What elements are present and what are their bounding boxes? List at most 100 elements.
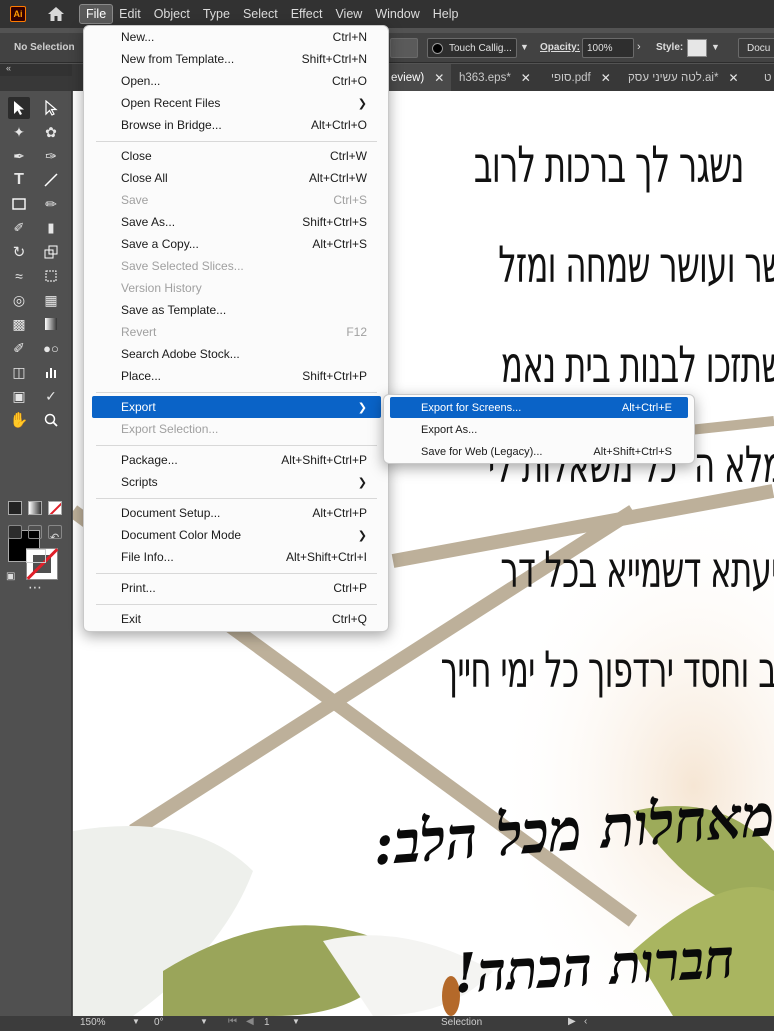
menu-item-search-stock[interactable]: Search Adobe Stock... xyxy=(92,343,381,365)
brush-dropdown[interactable]: Touch Callig... xyxy=(427,38,517,58)
menu-item-new[interactable]: New... Ctrl+N xyxy=(92,26,381,48)
tab-h363[interactable]: h363.eps* ✕ xyxy=(453,64,543,91)
rotate-tool-icon[interactable]: ↻ xyxy=(8,241,30,263)
chevron-right-icon[interactable]: › xyxy=(637,41,641,53)
shaper-tool-icon[interactable]: ✐ xyxy=(8,217,30,239)
default-colors-icon[interactable]: ▣ xyxy=(6,571,15,582)
slice-tool-icon[interactable]: ✓ xyxy=(40,385,62,407)
graph-tool-icon[interactable] xyxy=(40,361,62,383)
menu-item-save-copy[interactable]: Save a Copy... Alt+Ctrl+S xyxy=(92,233,381,255)
eyedropper-tool-icon[interactable]: ✐ xyxy=(8,337,30,359)
menu-item-browse-bridge[interactable]: Browse in Bridge... Alt+Ctrl+O xyxy=(92,114,381,136)
text-line-2[interactable]: שר ועושר שמחה ומזל xyxy=(498,236,774,294)
tool-panel-header[interactable]: « xyxy=(0,63,72,76)
curvature-tool-icon[interactable]: ✑ xyxy=(40,145,62,167)
paintbrush-tool-icon[interactable]: ✏ xyxy=(40,193,62,215)
menu-item-file-info[interactable]: File Info... Alt+Shift+Ctrl+I xyxy=(92,546,381,568)
pen-tool-icon[interactable]: ✒ xyxy=(8,145,30,167)
menu-item-save-as[interactable]: Save As... Shift+Ctrl+S xyxy=(92,211,381,233)
artboard-number[interactable]: 1 xyxy=(264,1017,270,1028)
symbol-sprayer-tool-icon[interactable]: ◫ xyxy=(8,361,30,383)
opacity-input[interactable]: 100% xyxy=(582,38,634,58)
chevron-down-icon[interactable]: ▼ xyxy=(711,42,720,52)
menu-item-export-as[interactable]: Export As... xyxy=(390,419,688,440)
home-icon[interactable] xyxy=(46,4,66,24)
draw-normal-icon[interactable] xyxy=(8,525,22,539)
menu-item-save-template[interactable]: Save as Template... xyxy=(92,299,381,321)
hand-tool-icon[interactable]: ✋ xyxy=(8,409,30,431)
menu-window[interactable]: Window xyxy=(369,5,425,23)
zoom-tool-icon[interactable] xyxy=(40,409,62,431)
menu-edit[interactable]: Edit xyxy=(113,5,147,23)
chevron-left-icon[interactable]: ‹ xyxy=(584,1016,587,1027)
menu-item-exit[interactable]: Exit Ctrl+Q xyxy=(92,608,381,630)
perspective-grid-tool-icon[interactable]: ▦ xyxy=(40,289,62,311)
text-line-6[interactable]: וב וחסד ירדפוך כל ימי חייך xyxy=(440,641,774,699)
close-icon[interactable]: ✕ xyxy=(601,71,611,85)
draw-behind-icon[interactable] xyxy=(28,525,42,539)
menu-help[interactable]: Help xyxy=(427,5,465,23)
chevron-down-icon[interactable]: ▼ xyxy=(520,42,529,52)
artboard-tool-icon[interactable]: ▣ xyxy=(8,385,30,407)
menu-item-package[interactable]: Package... Alt+Shift+Ctrl+P xyxy=(92,449,381,471)
type-tool-icon[interactable]: T xyxy=(8,169,30,191)
chevron-down-icon[interactable]: ▼ xyxy=(132,1017,140,1026)
menu-file[interactable]: File xyxy=(78,4,114,24)
eraser-tool-icon[interactable]: ▮ xyxy=(40,217,62,239)
warp-tool-icon[interactable]: ≈ xyxy=(8,265,30,287)
text-line-1[interactable]: נשגר לך ברכות לרוב xyxy=(474,136,744,194)
first-artboard-icon[interactable]: ⏮ xyxy=(228,1016,237,1027)
menu-item-document-color-mode[interactable]: Document Color Mode ❯ xyxy=(92,524,381,546)
menu-view[interactable]: View xyxy=(329,5,368,23)
menu-select[interactable]: Select xyxy=(237,5,284,23)
menu-item-new-from-template[interactable]: New from Template... Shift+Ctrl+N xyxy=(92,48,381,70)
chevron-down-icon[interactable]: ▼ xyxy=(200,1017,208,1026)
style-swatch[interactable] xyxy=(687,39,707,57)
lasso-tool-icon[interactable]: ✿ xyxy=(40,121,62,143)
document-setup-button[interactable]: Docu xyxy=(738,38,774,58)
none-mode-icon[interactable] xyxy=(48,501,62,515)
tab-overflow[interactable]: ט xyxy=(758,64,774,91)
rectangle-tool-icon[interactable] xyxy=(8,193,30,215)
menu-type[interactable]: Type xyxy=(197,5,236,23)
prev-artboard-icon[interactable]: ◀ xyxy=(246,1016,254,1027)
gradient-tool-icon[interactable] xyxy=(40,313,62,335)
close-icon[interactable]: ✕ xyxy=(728,71,738,85)
color-mode-icon[interactable] xyxy=(8,501,22,515)
draw-inside-icon[interactable] xyxy=(48,525,62,539)
stroke-weight-field[interactable] xyxy=(390,38,418,58)
free-transform-tool-icon[interactable] xyxy=(40,265,62,287)
menu-item-open[interactable]: Open... Ctrl+O xyxy=(92,70,381,92)
menu-item-export-for-screens[interactable]: Export for Screens... Alt+Ctrl+E xyxy=(390,397,688,418)
shape-builder-tool-icon[interactable]: ◎ xyxy=(8,289,30,311)
zoom-level[interactable]: 150% xyxy=(80,1017,106,1028)
more-tools-icon[interactable]: ⋯ xyxy=(28,579,42,596)
menu-item-open-recent[interactable]: Open Recent Files ❯ xyxy=(92,92,381,114)
blend-tool-icon[interactable]: ●○ xyxy=(40,337,62,359)
screen-mode-icon[interactable] xyxy=(26,549,46,563)
mesh-tool-icon[interactable]: ▩ xyxy=(8,313,30,335)
menu-item-export[interactable]: Export ❯ xyxy=(92,396,381,418)
text-line-3[interactable]: שתזכו לבנות בית נאמ xyxy=(501,336,774,394)
menu-item-close-all[interactable]: Close All Alt+Ctrl+W xyxy=(92,167,381,189)
tab-current[interactable]: eview) ✕ xyxy=(385,64,451,91)
menu-effect[interactable]: Effect xyxy=(285,5,329,23)
scale-tool-icon[interactable] xyxy=(40,241,62,263)
close-icon[interactable]: ✕ xyxy=(434,71,444,85)
close-icon[interactable]: ✕ xyxy=(521,71,531,85)
menu-item-place[interactable]: Place... Shift+Ctrl+P xyxy=(92,365,381,387)
collapse-icon[interactable]: « xyxy=(6,63,11,73)
magic-wand-tool-icon[interactable]: ✦ xyxy=(8,121,30,143)
menu-item-save-for-web[interactable]: Save for Web (Legacy)... Alt+Shift+Ctrl+S xyxy=(390,441,688,462)
menu-item-document-setup[interactable]: Document Setup... Alt+Ctrl+P xyxy=(92,502,381,524)
menu-item-print[interactable]: Print... Ctrl+P xyxy=(92,577,381,599)
menu-item-close[interactable]: Close Ctrl+W xyxy=(92,145,381,167)
menu-object[interactable]: Object xyxy=(148,5,196,23)
chevron-down-icon[interactable]: ▼ xyxy=(292,1017,300,1026)
app-logo[interactable]: Ai xyxy=(10,6,26,22)
rotate-view[interactable]: 0° xyxy=(154,1017,164,1028)
gradient-mode-icon[interactable] xyxy=(28,501,42,515)
chevron-right-icon[interactable]: ▶ xyxy=(568,1016,576,1027)
line-tool-icon[interactable] xyxy=(40,169,62,191)
tab-business[interactable]: לטה עשיני עסק.ai* ✕ xyxy=(622,64,754,91)
